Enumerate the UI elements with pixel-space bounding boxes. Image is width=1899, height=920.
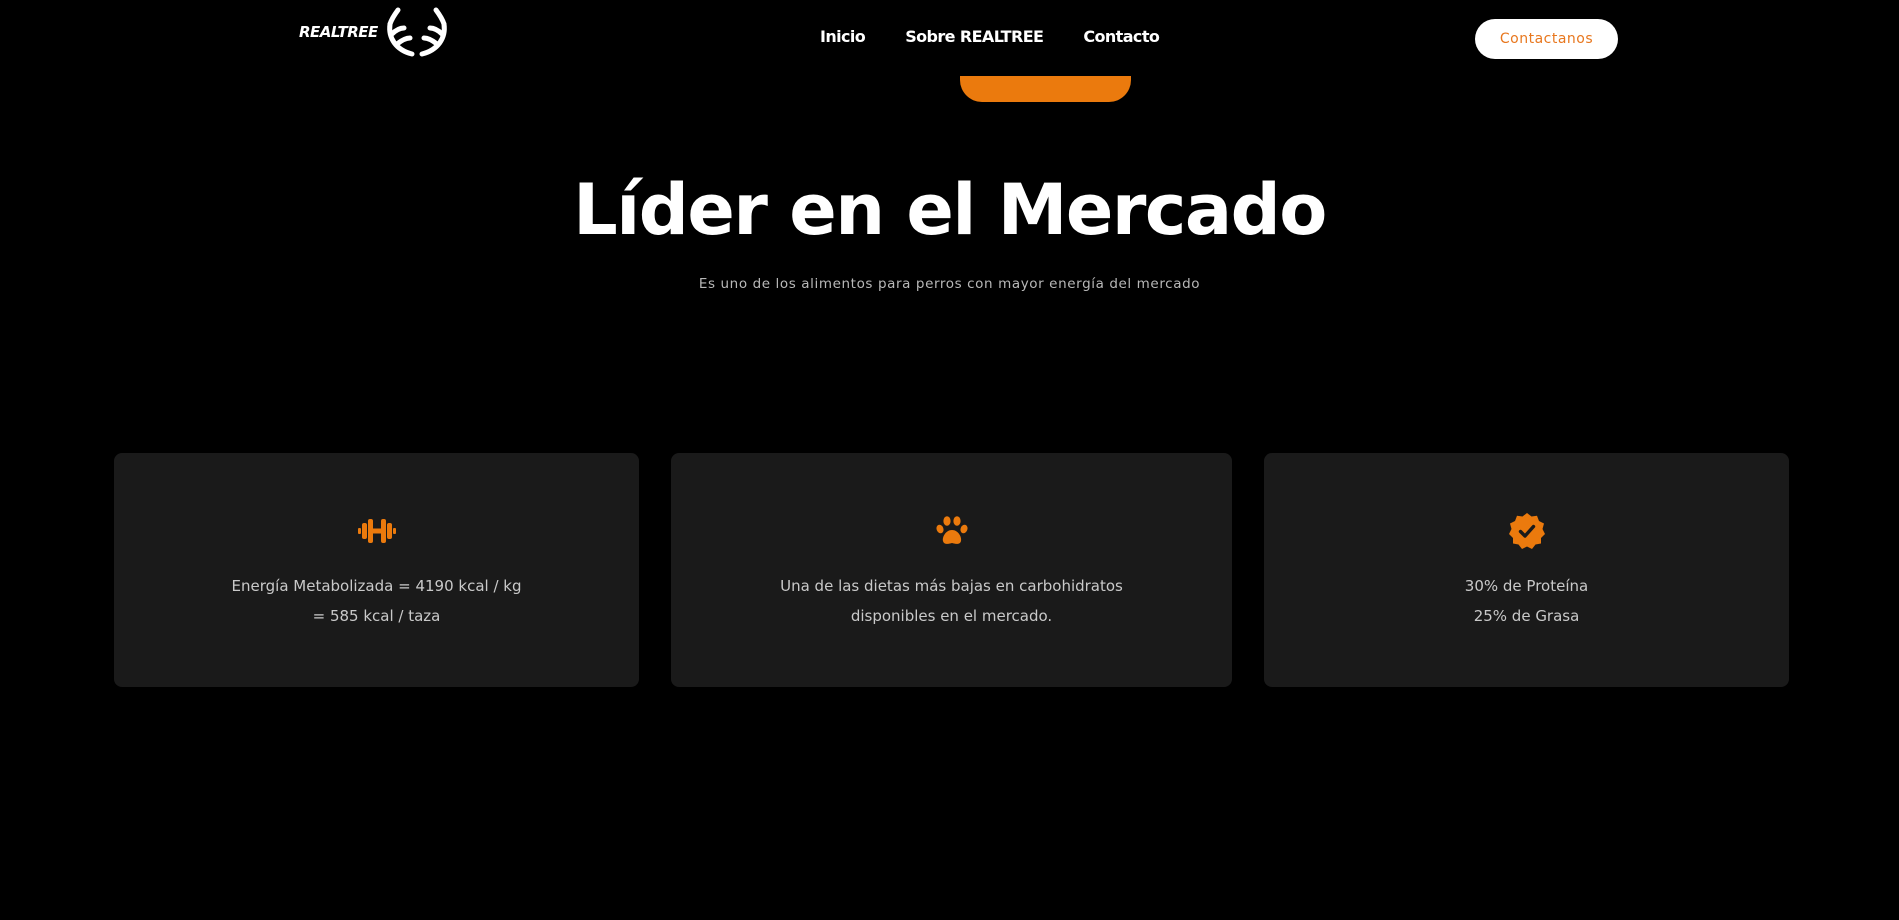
antler-logo-icon <box>386 7 447 57</box>
feature-card-text: Una de las dietas más bajas en carbohidr… <box>671 571 1232 631</box>
nav-link-sobre-realtree[interactable]: Sobre REALTREE <box>905 27 1044 46</box>
dumbbell-icon <box>357 511 397 551</box>
feature-card-nutrition: 30% de Proteína 25% de Grasa <box>1264 453 1789 687</box>
feature-card-text: 30% de Proteína 25% de Grasa <box>1264 571 1789 631</box>
brand-logo[interactable]: REALTREE <box>299 6 452 58</box>
accent-tab-decoration <box>960 76 1131 102</box>
logo-wordmark: REALTREE <box>299 23 378 41</box>
contact-button[interactable]: Contactanos <box>1475 19 1618 59</box>
feature-line: 25% de Grasa <box>1473 607 1580 625</box>
site-header: REALTREE Inicio Sobre REALTREE Contacto … <box>0 0 1899 76</box>
nav-link-contacto[interactable]: Contacto <box>1083 27 1160 46</box>
check-badge-icon <box>1507 511 1547 551</box>
feature-line: Una de las dietas más bajas en carbohidr… <box>780 577 1123 595</box>
page-subtitle: Es uno de los alimentos para perros con … <box>698 276 1201 292</box>
nav-link-inicio[interactable]: Inicio <box>820 27 866 46</box>
feature-line: Energía Metabolizada = 4190 kcal / kg <box>231 577 522 595</box>
feature-card-text: Energía Metabolizada = 4190 kcal / kg = … <box>114 571 639 631</box>
page: REALTREE Inicio Sobre REALTREE Contacto … <box>0 0 1899 920</box>
feature-line: 30% de Proteína <box>1464 577 1589 595</box>
feature-line: disponibles en el mercado. <box>850 607 1053 625</box>
paw-icon <box>932 511 972 551</box>
main-nav: Inicio Sobre REALTREE Contacto <box>820 27 1160 46</box>
feature-card-carbs: Una de las dietas más bajas en carbohidr… <box>671 453 1232 687</box>
page-title: Líder en el Mercado <box>573 169 1327 251</box>
feature-card-energy: Energía Metabolizada = 4190 kcal / kg = … <box>114 453 639 687</box>
feature-line: = 585 kcal / taza <box>312 607 441 625</box>
